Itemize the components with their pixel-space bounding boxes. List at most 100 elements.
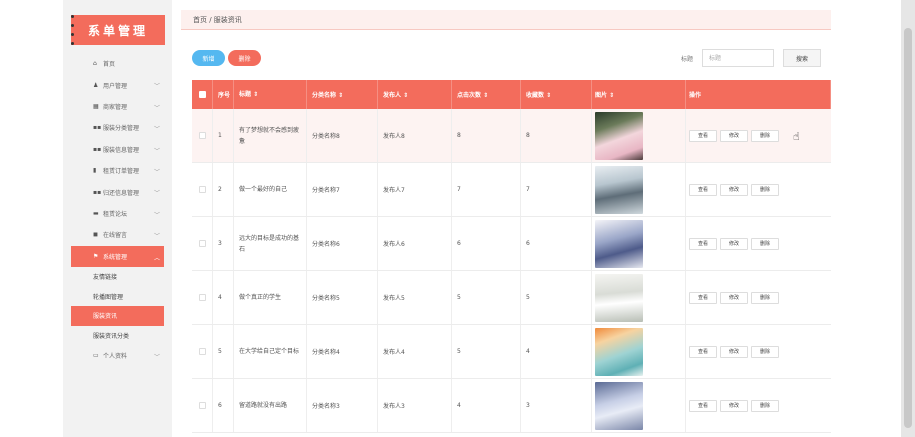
add-button[interactable]: 新增 <box>192 50 225 66</box>
cell-index: 2 <box>213 163 234 216</box>
chevron-up-icon: ︿ <box>153 254 160 262</box>
sidebar-item[interactable]: ▪▪ 服装信息管理 ﹀ <box>63 139 172 160</box>
cell-actions: 查看 修改 删除 <box>686 109 831 162</box>
clothing-photo[interactable] <box>595 327 643 376</box>
row-delete-button[interactable]: 删除 <box>751 237 779 250</box>
brand-decoration <box>71 15 74 45</box>
table-row[interactable]: 5 在大学给自己定个目标 分类名称4 发布人4 5 4 查看 修改 删除 <box>192 325 831 379</box>
header-title[interactable]: 标题 ⇕ <box>234 80 307 109</box>
delete-button[interactable]: 删除 <box>228 50 261 66</box>
row-checkbox[interactable] <box>198 348 206 355</box>
row-checkbox[interactable] <box>198 402 206 409</box>
edit-button[interactable]: 修改 <box>720 345 748 358</box>
search-button[interactable]: 搜索 <box>783 49 821 67</box>
view-button[interactable]: 查看 <box>689 129 717 142</box>
page-scrollbar[interactable] <box>901 0 915 437</box>
table-row[interactable]: 6 留道路就没有出路 分类名称3 发布人3 4 3 查看 修改 删除 <box>192 379 831 433</box>
shop-icon: ▦ <box>93 102 99 110</box>
edit-button[interactable]: 修改 <box>720 183 748 196</box>
sidebar-item[interactable]: ▪▪ 服装分类管理 ﹀ <box>63 117 172 138</box>
cell-category: 分类名称5 <box>307 271 378 324</box>
sidebar-subitem[interactable]: 友情链接 <box>63 267 172 287</box>
chevron-down-icon: ﹀ <box>153 168 160 176</box>
view-button[interactable]: 查看 <box>689 399 717 412</box>
row-delete-button[interactable]: 删除 <box>751 345 779 358</box>
row-checkbox[interactable] <box>198 186 206 193</box>
sidebar-item[interactable]: ♟ 用户管理 ﹀ <box>63 74 172 95</box>
chevron-down-icon: ﹀ <box>153 233 160 241</box>
table-header: 序号 标题 ⇕ 分类名称 ⇕ 发布人 ⇕ 点击次数 ⇕ 收藏数 ⇕ 图片 ⇕ 操… <box>192 80 831 109</box>
header-favorites[interactable]: 收藏数 ⇕ <box>521 80 592 109</box>
header-image[interactable]: 图片 ⇕ <box>592 80 686 109</box>
cell-index: 5 <box>213 325 234 378</box>
header-category[interactable]: 分类名称 ⇕ <box>307 80 378 109</box>
view-button[interactable]: 查看 <box>689 345 717 358</box>
sidebar-item-profile[interactable]: ▭ 个人资料 ﹀ <box>63 345 172 366</box>
sidebar-item[interactable]: ▪▪ 归还信息管理 ﹀ <box>63 181 172 202</box>
edit-button[interactable]: 修改 <box>720 237 748 250</box>
sidebar-subitem[interactable]: 轮播图管理 <box>63 287 172 307</box>
clothing-photo[interactable] <box>595 219 643 268</box>
select-all-checkbox[interactable] <box>198 91 206 98</box>
sidebar-item[interactable]: ⌂ 首页 <box>63 53 172 74</box>
table-row[interactable]: 4 做个真正的学生 分类名称5 发布人5 5 5 查看 修改 删除 <box>192 271 831 325</box>
cell-actions: 查看 修改 删除 <box>686 271 831 324</box>
sidebar-item-label: 系统管理 <box>103 253 128 261</box>
admin-app: 系单管理 ⌂ 首页 ♟ 用户管理 ﹀ ▦ 商家管理 ﹀ ▪▪ 服装分类管理 ﹀ ▪▪ 服装信息管理 ﹀ ▮ 租… <box>63 0 843 437</box>
cell-title: 做一个最好的自己 <box>234 163 307 216</box>
sidebar-subitem[interactable]: 服装资讯 <box>71 306 164 326</box>
cell-image <box>592 163 686 216</box>
sidebar-item-label: 个人资料 <box>103 353 128 361</box>
row-delete-button[interactable]: 删除 <box>751 183 779 196</box>
edit-button[interactable]: 修改 <box>720 399 748 412</box>
cell-publisher: 发布人5 <box>378 271 452 324</box>
table-row[interactable]: 1 有了梦想就不会感到疲惫 分类名称8 发布人8 8 8 查看 修改 删除 <box>192 109 831 163</box>
cell-image <box>592 271 686 324</box>
cell-publisher: 发布人3 <box>378 379 452 432</box>
user-icon: ♟ <box>93 81 99 89</box>
view-button[interactable]: 查看 <box>689 183 717 196</box>
header-index: 序号 <box>213 80 234 109</box>
row-delete-button[interactable]: 删除 <box>751 129 779 142</box>
cell-category: 分类名称6 <box>307 217 378 270</box>
scrollbar-thumb[interactable] <box>904 28 912 428</box>
sidebar-item[interactable]: ◼ 在线留言 ﹀ <box>63 224 172 245</box>
cell-index: 3 <box>213 217 234 270</box>
cell-image <box>592 217 686 270</box>
header-clicks[interactable]: 点击次数 ⇕ <box>452 80 521 109</box>
cell-category: 分类名称7 <box>307 163 378 216</box>
chevron-down-icon: ﹀ <box>153 126 160 134</box>
clothing-photo[interactable] <box>595 273 643 322</box>
row-checkbox[interactable] <box>198 294 206 301</box>
row-checkbox[interactable] <box>198 240 206 247</box>
clothing-photo[interactable] <box>595 111 643 160</box>
sidebar-item[interactable]: ▦ 商家管理 ﹀ <box>63 96 172 117</box>
clothing-photo[interactable] <box>595 165 643 214</box>
table-row[interactable]: 2 做一个最好的自己 分类名称7 发布人7 7 7 查看 修改 删除 <box>192 163 831 217</box>
table-row[interactable]: 3 远大的目标是成功的基石 分类名称6 发布人6 6 6 查看 修改 删除 <box>192 217 831 271</box>
sidebar-item[interactable]: ▮ 租赁订单管理 ﹀ <box>63 160 172 181</box>
profile-icon: ▭ <box>93 352 99 360</box>
row-checkbox[interactable] <box>198 132 206 139</box>
row-delete-button[interactable]: 删除 <box>751 399 779 412</box>
cell-image <box>592 379 686 432</box>
cell-favorites: 3 <box>521 379 592 432</box>
header-publisher[interactable]: 发布人 ⇕ <box>378 80 452 109</box>
sidebar-item[interactable]: ▬ 租赁论坛 ﹀ <box>63 203 172 224</box>
view-button[interactable]: 查看 <box>689 291 717 304</box>
breadcrumb[interactable]: 首页 / 服装资讯 <box>193 15 242 25</box>
clothing-photo[interactable] <box>595 381 643 430</box>
cell-publisher: 发布人6 <box>378 217 452 270</box>
cell-favorites: 6 <box>521 217 592 270</box>
chevron-down-icon: ﹀ <box>153 147 160 155</box>
edit-button[interactable]: 修改 <box>720 129 748 142</box>
row-delete-button[interactable]: 删除 <box>751 291 779 304</box>
view-button[interactable]: 查看 <box>689 237 717 250</box>
cell-favorites: 4 <box>521 325 592 378</box>
sidebar-subitem[interactable]: 服装资讯分类 <box>63 326 172 346</box>
search-input[interactable] <box>702 49 774 67</box>
edit-button[interactable]: 修改 <box>720 291 748 304</box>
sidebar-item[interactable]: ⚑ 系统管理 ︿ <box>71 245 164 267</box>
brand-logo: 系单管理 <box>71 15 165 45</box>
mouse-cursor: ☝ <box>793 130 800 143</box>
